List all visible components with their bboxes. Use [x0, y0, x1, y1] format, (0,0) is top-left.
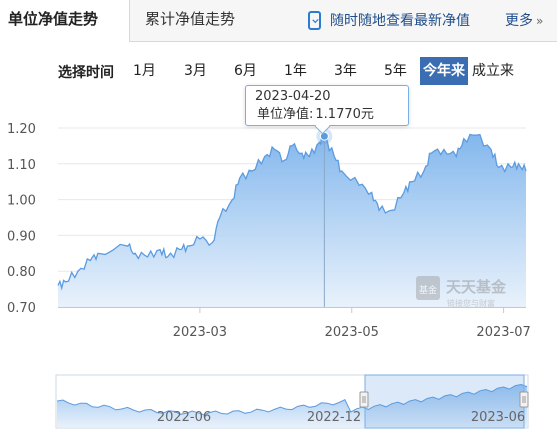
y-tick-label: 1.20 — [7, 122, 36, 137]
x-axis: 2023-03 2023-05 2023-07 — [58, 307, 531, 340]
y-tick-label: 0.90 — [7, 229, 36, 244]
navigator-frame — [55, 374, 529, 429]
watermark-slogan: 链接您与财富 — [447, 298, 495, 308]
mobile-view-label: 随时随地查看最新净值 — [330, 12, 470, 29]
watermark-name: 天天基金 — [446, 278, 507, 296]
more-link[interactable]: 更多 » — [505, 0, 543, 41]
hover-crosshair — [316, 128, 333, 307]
navigator-area — [57, 384, 527, 427]
y-tick-label: 0.70 — [7, 301, 36, 316]
navigator-tick-label: 2022-12 — [307, 410, 361, 425]
navigator-selection — [364, 374, 525, 429]
x-tick-label: 2023-07 — [476, 325, 530, 340]
navigator-handle-right[interactable] — [519, 391, 529, 408]
tab-cumulative-nav[interactable]: 累计净值走势 — [145, 0, 235, 41]
brand-watermark: 基金 天天基金 链接您与财富 — [416, 276, 507, 308]
navigator-tick-label: 2023-06 — [471, 410, 525, 425]
navigator-handle-left[interactable] — [359, 391, 369, 408]
y-tick-label: 1.00 — [7, 194, 36, 209]
y-tick-label: 0.80 — [7, 265, 36, 280]
x-tick-label: 2023-05 — [325, 325, 379, 340]
watermark-badge: 基金 — [419, 284, 437, 296]
period-1y[interactable]: 1年 — [284, 57, 307, 85]
tooltip-date: 2023-04-20 — [255, 89, 331, 104]
navigator-line — [56, 383, 528, 416]
period-3y[interactable]: 3年 — [334, 57, 357, 85]
navigator-axis: 2022-06 2022-12 2023-06 — [157, 410, 525, 425]
time-range-navigator[interactable]: 2022-06 2022-12 2023-06 — [55, 374, 529, 429]
nav-area — [58, 134, 526, 307]
tab-unit-nav[interactable]: 单位净值走势 — [0, 0, 130, 42]
navigator-tick-label: 2022-06 — [157, 410, 211, 425]
chevron-right-icon: » — [536, 13, 544, 28]
y-tick-label: 1.10 — [7, 158, 36, 173]
more-label: 更多 — [505, 12, 533, 29]
tooltip-label: 单位净值: — [257, 107, 314, 122]
period-3m[interactable]: 3月 — [184, 57, 207, 85]
nav-tooltip: 2023-04-20 单位净值: 1.1770元 — [245, 85, 409, 126]
period-6m[interactable]: 6月 — [234, 57, 257, 85]
x-tick-label: 2023-03 — [173, 325, 227, 340]
period-since-inception[interactable]: 成立来 — [472, 57, 514, 85]
mobile-view-link[interactable]: 随时随地查看最新净值 — [308, 0, 470, 41]
tooltip-value: 1.1770元 — [315, 107, 374, 122]
period-1m[interactable]: 1月 — [133, 57, 156, 85]
period-selector-label: 选择时间 — [58, 65, 114, 81]
nav-line — [57, 133, 527, 291]
watermark-logo-icon — [416, 276, 440, 300]
period-selector: 选择时间 1月 3月 6月 1年 3年 5年 今年来 成立来 — [0, 57, 557, 85]
phone-download-icon — [308, 11, 321, 30]
chart-gridlines — [58, 127, 526, 308]
period-5y[interactable]: 5年 — [384, 57, 407, 85]
period-ytd[interactable]: 今年来 — [420, 57, 468, 85]
tab-bar: 单位净值走势 累计净值走势 随时随地查看最新净值 更多 » — [0, 0, 557, 42]
y-axis: 0.70 0.80 0.90 1.00 1.10 1.20 — [7, 122, 36, 316]
tooltip-value-row: 单位净值: 1.1770元 — [255, 106, 408, 124]
